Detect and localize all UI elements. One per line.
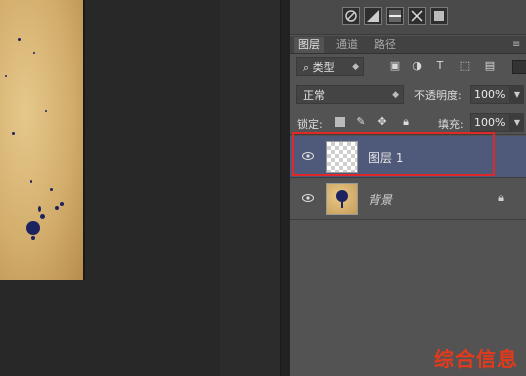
lock-transparent-pixels-icon[interactable] [335, 117, 345, 127]
fill-slider-toggle[interactable]: ▼ [510, 113, 524, 132]
eye-icon[interactable] [302, 193, 314, 203]
document-edge [83, 0, 85, 280]
opacity-label: 不透明度: [414, 89, 462, 102]
fill-input[interactable]: 100% [470, 113, 510, 132]
image-filter-icon[interactable]: ▣ [389, 60, 401, 72]
layers-separator [290, 134, 526, 135]
type-filter-icon[interactable]: T [434, 60, 446, 72]
panel-tabs: 图层 通道 路径 ≡ [290, 36, 526, 54]
mode-button-1[interactable] [342, 7, 360, 25]
mode-button-4[interactable] [408, 7, 426, 25]
opacity-input[interactable]: 100% [470, 85, 510, 104]
lock-position-icon[interactable]: ✥ [376, 116, 388, 128]
filter-toggle[interactable] [512, 60, 526, 74]
opacity-slider-toggle[interactable]: ▼ [510, 85, 524, 104]
shape-filter-icon[interactable]: ⬚ [459, 60, 471, 72]
canvas-margin [220, 0, 280, 376]
panel-menu-icon[interactable]: ≡ [512, 39, 522, 50]
adjustment-filter-icon[interactable]: ◑ [411, 60, 423, 72]
panel-toolbar [290, 0, 526, 35]
fill-label: 填充: [438, 118, 464, 131]
chevron-updown-icon: ◆ [352, 62, 359, 72]
lock-all-icon[interactable]: 🔒︎ [400, 116, 412, 128]
filter-kind-dropdown[interactable]: ⌕ 类型 ◆ [296, 57, 364, 76]
document-canvas[interactable] [0, 0, 280, 376]
blend-mode-dropdown[interactable]: 正常 ◆ [296, 85, 404, 104]
lock-icon: 🔒︎ [498, 191, 504, 204]
layer-row-background[interactable]: 背景 🔒︎ [290, 178, 526, 220]
layer-name[interactable]: 背景 [368, 191, 392, 208]
tab-paths[interactable]: 路径 [370, 37, 400, 53]
watermark-text: 综合信息 [434, 347, 518, 371]
layers-list: 图层 1 背景 🔒︎ [290, 136, 526, 376]
layer-thumbnail [326, 141, 358, 173]
layer-thumbnail [326, 183, 358, 215]
tab-channels[interactable]: 通道 [332, 37, 362, 53]
smart-object-filter-icon[interactable]: ▤ [484, 60, 496, 72]
layer-row-1[interactable]: 图层 1 [290, 136, 526, 178]
mode-button-3[interactable] [386, 7, 404, 25]
filter-kind-label: 类型 [312, 61, 335, 74]
lock-image-pixels-icon[interactable]: ✎ [355, 116, 367, 128]
tab-layers[interactable]: 图层 [294, 37, 324, 53]
document-image [0, 0, 83, 280]
eye-icon[interactable] [302, 151, 314, 161]
lock-label: 锁定: [297, 118, 323, 131]
mode-button-5[interactable] [430, 7, 448, 25]
search-icon: ⌕ [303, 61, 313, 74]
layer-name[interactable]: 图层 1 [368, 149, 403, 166]
mode-button-2[interactable] [364, 7, 382, 25]
chevron-updown-icon: ◆ [392, 90, 399, 100]
blend-mode-value: 正常 [303, 89, 325, 102]
